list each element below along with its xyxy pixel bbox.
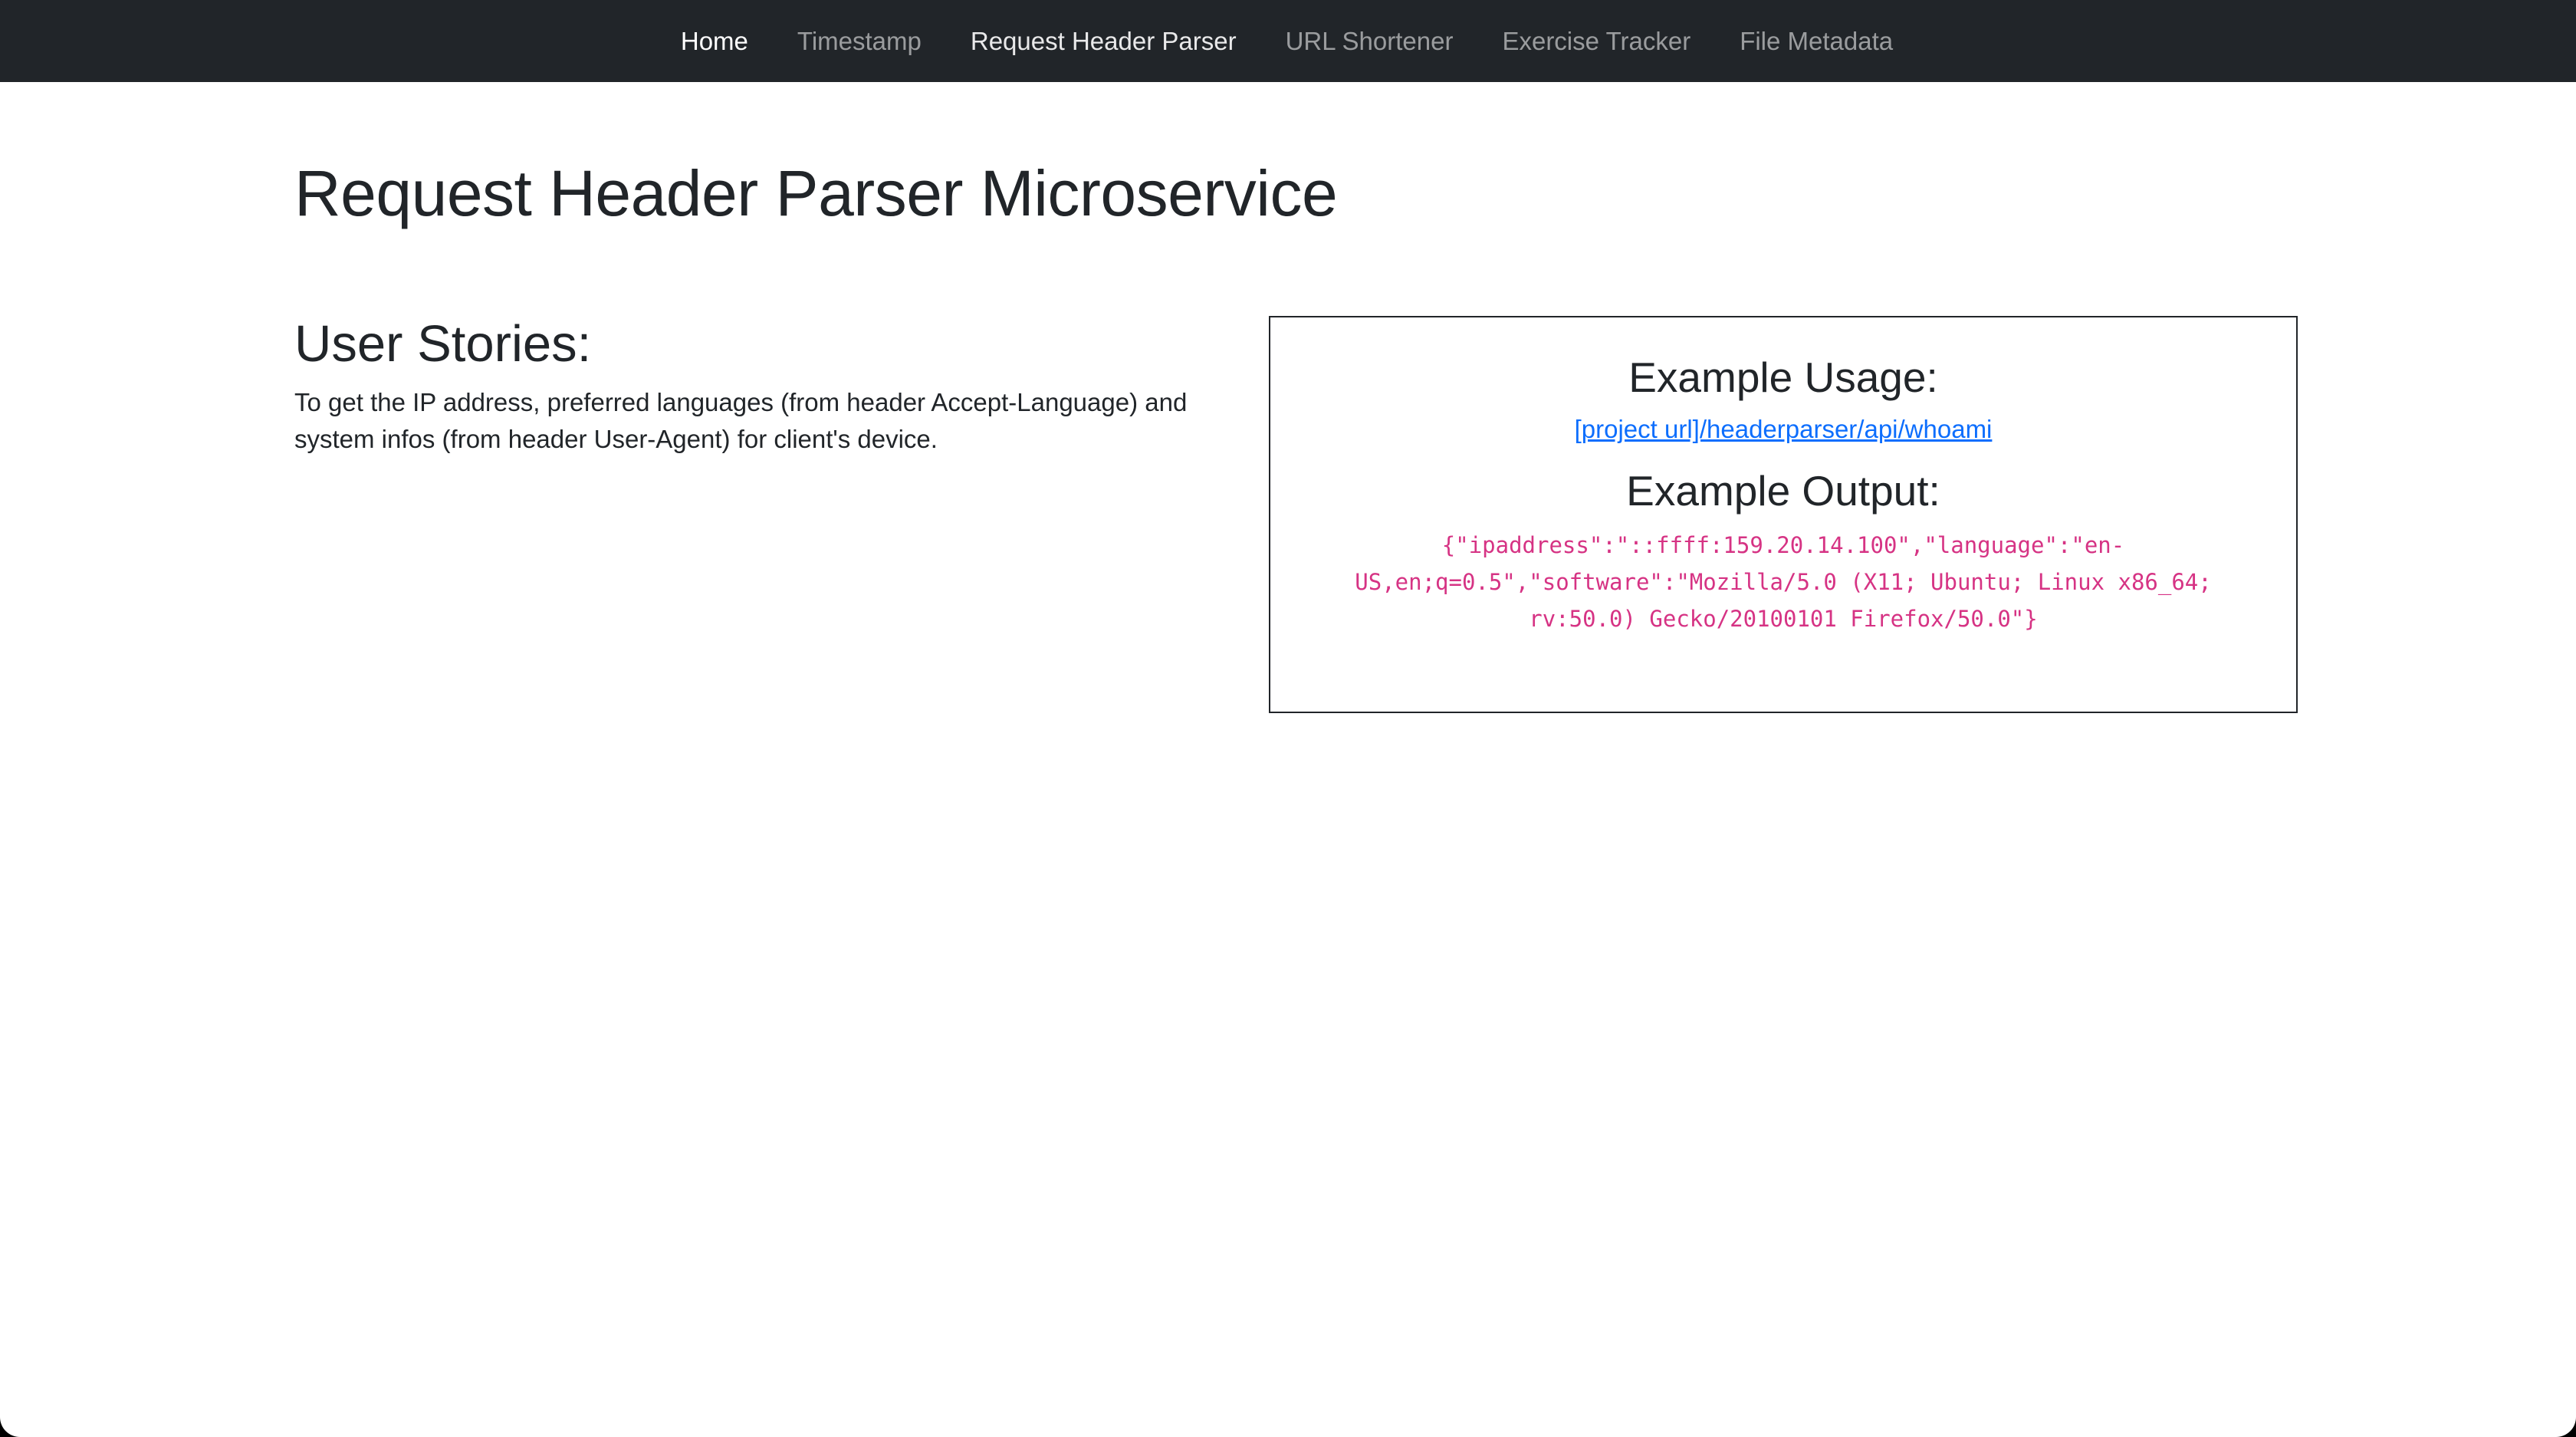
nav-list: Home Timestamp Request Header Parser URL… [656, 0, 1917, 82]
user-stories-text: To get the IP address, preferred languag… [294, 388, 1188, 454]
example-box: Example Usage: [project url]/headerparse… [1269, 316, 2298, 713]
nav-link-home[interactable]: Home [656, 0, 773, 82]
page-title: Request Header Parser Microservice [294, 157, 1338, 229]
nav-link-file-metadata[interactable]: File Metadata [1715, 0, 1917, 82]
user-stories-heading: User Stories: [294, 315, 592, 373]
example-usage-link[interactable]: [project url]/headerparser/api/whoami [1575, 415, 1993, 444]
nav-link-timestamp[interactable]: Timestamp [773, 0, 946, 82]
nav-link-url-shortener[interactable]: URL Shortener [1261, 0, 1478, 82]
browser-window: Home Timestamp Request Header Parser URL… [0, 0, 2576, 1437]
navbar: Home Timestamp Request Header Parser URL… [0, 0, 2576, 82]
example-output-code: {"ipaddress":"::ffff:159.20.14.100","lan… [1355, 532, 2212, 632]
example-usage-heading: Example Usage: [1628, 353, 1938, 401]
nav-link-request-header-parser[interactable]: Request Header Parser [946, 0, 1261, 82]
nav-link-exercise-tracker[interactable]: Exercise Tracker [1477, 0, 1715, 82]
user-stories-section: User Stories: To get the IP address, pre… [294, 314, 1199, 458]
example-output-heading: Example Output: [1626, 467, 1940, 515]
